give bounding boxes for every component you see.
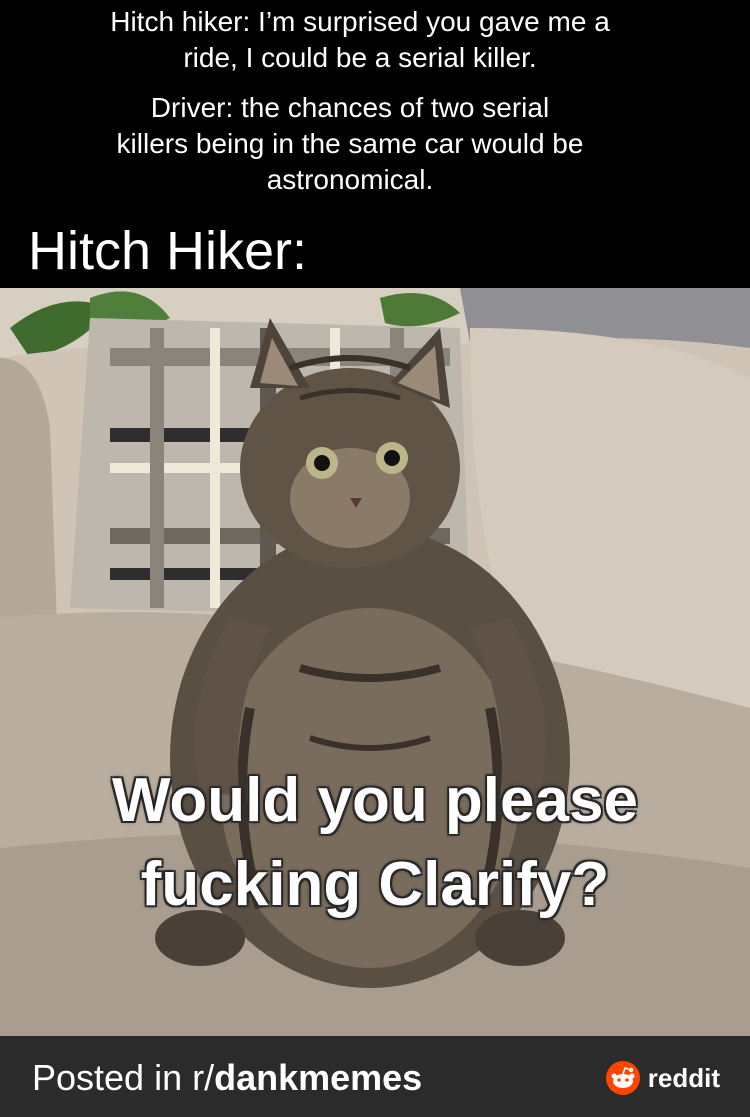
cat-illustration: [0, 288, 750, 1036]
driver-line: Driver: the chances of two serial killer…: [50, 90, 650, 198]
cat-photo: Would you please fucking Clarify?: [0, 288, 750, 1036]
reddit-brand[interactable]: reddit: [605, 1060, 720, 1096]
text-line: astronomical.: [266, 164, 434, 195]
text-line: ride, I could be a serial killer.: [183, 42, 537, 73]
hitchhiker-line: Hitch hiker: I’m surprised you gave me a…: [60, 4, 660, 76]
subreddit-link[interactable]: dankmemes: [214, 1057, 422, 1098]
reddit-wordmark: reddit: [647, 1062, 720, 1093]
text-line: killers being in the same car would be: [116, 128, 584, 159]
posted-prefix: Posted in r/: [32, 1057, 215, 1098]
reddit-logo-icon: [605, 1061, 640, 1095]
hitch-hiker-label: Hitch Hiker:: [28, 221, 308, 281]
text-line: Driver: the chances of two serial: [150, 92, 550, 123]
caption-line: Would you please: [112, 766, 638, 835]
reddit-footer-bar: Posted in r/dankmemes reddit: [0, 1036, 750, 1117]
meme-top-text: Hitch hiker: I’m surprised you gave me a…: [0, 0, 750, 288]
posted-in-text: Posted in r/dankmemes: [32, 1056, 422, 1100]
caption-line: fucking Clarify?: [140, 850, 610, 919]
text-line: Hitch hiker: I’m surprised you gave me a: [110, 6, 610, 37]
